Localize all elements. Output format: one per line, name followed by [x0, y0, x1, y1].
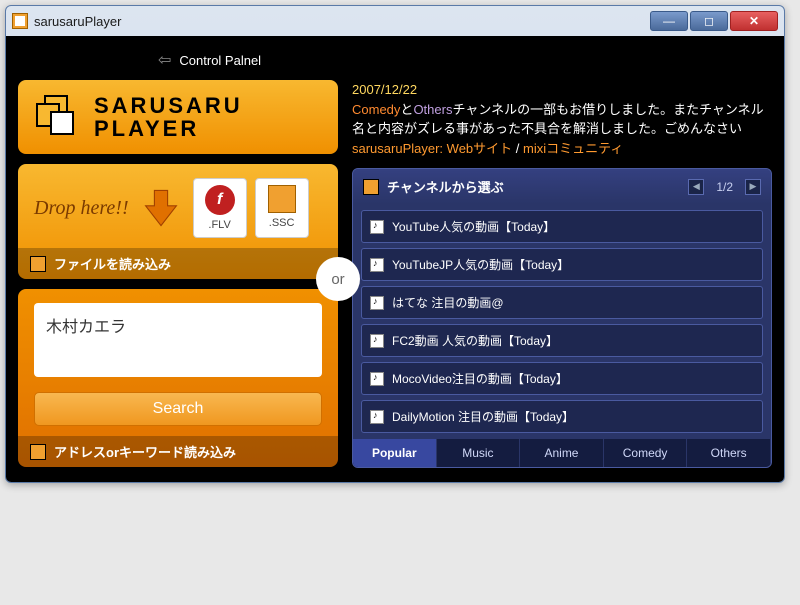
music-note-icon	[370, 410, 384, 424]
page-next-button[interactable]: ▶	[745, 179, 761, 195]
channel-item[interactable]: FC2動画 人気の動画【Today】	[361, 324, 763, 357]
ssc-file-icon: .SSC	[255, 178, 309, 238]
maximize-button[interactable]: ◻	[690, 11, 728, 31]
music-note-icon	[370, 372, 384, 386]
channel-label: YouTubeJP人気の動画【Today】	[392, 256, 569, 273]
ssc-icon	[268, 185, 296, 213]
music-note-icon	[370, 220, 384, 234]
news-mid: と	[400, 102, 413, 117]
news-link-mixi[interactable]: mixiコミュニティ	[523, 141, 623, 156]
close-button[interactable]: ✕	[730, 11, 778, 31]
app-window: sarusaruPlayer — ◻ ✕ ⇦ Control Palnel SA…	[5, 5, 785, 483]
channel-label: はてな 注目の動画@	[392, 294, 504, 311]
music-note-icon	[370, 296, 384, 310]
news-links: sarusaruPlayer: Webサイト / mixiコミュニティ	[352, 139, 772, 159]
ssc-ext: .SSC	[260, 217, 304, 229]
channel-label: YouTube人気の動画【Today】	[392, 218, 555, 235]
channel-header-icon	[363, 179, 379, 195]
category-tabs: Popular Music Anime Comedy Others	[353, 439, 771, 467]
channel-item[interactable]: はてな 注目の動画@	[361, 286, 763, 319]
arrow-down-icon	[139, 186, 183, 230]
channel-label: MocoVideo注目の動画【Today】	[392, 370, 568, 387]
or-badge: or	[316, 257, 360, 301]
search-input[interactable]	[34, 303, 322, 377]
channel-header: チャンネルから選ぶ ◀ 1/2 ▶	[353, 169, 771, 204]
content-area: ⇦ Control Palnel SARUSARU PLAYER Drop he…	[6, 36, 784, 482]
flv-ext: .FLV	[198, 219, 242, 231]
channel-item[interactable]: YouTubeJP人気の動画【Today】	[361, 248, 763, 281]
news-link-prefix: sarusaruPlayer:	[352, 141, 443, 156]
flv-file-icon: f .FLV	[193, 178, 247, 238]
drop-here-label: Drop here!!	[34, 199, 129, 217]
file-load-text: ファイルを読み込み	[54, 254, 171, 273]
news-hl-comedy: Comedy	[352, 102, 400, 117]
search-button[interactable]: Search	[34, 392, 322, 426]
section-icon	[30, 256, 46, 272]
left-column: SARUSARU PLAYER Drop here!! f .FLV	[18, 80, 338, 468]
tab-popular[interactable]: Popular	[353, 439, 437, 467]
tab-anime[interactable]: Anime	[520, 439, 604, 467]
search-section-label: アドレスorキーワード読み込み	[18, 436, 338, 467]
channel-item[interactable]: YouTube人気の動画【Today】	[361, 210, 763, 243]
control-panel-label: Control Palnel	[179, 53, 261, 68]
news-link-website[interactable]: Webサイト	[447, 141, 513, 156]
logo-line2: PLAYER	[94, 117, 243, 140]
page-prev-button[interactable]: ◀	[688, 179, 704, 195]
channel-header-title: チャンネルから選ぶ	[387, 177, 680, 196]
control-panel-link[interactable]: ⇦ Control Palnel	[18, 44, 772, 80]
main-layout: SARUSARU PLAYER Drop here!! f .FLV	[18, 80, 772, 468]
tab-others[interactable]: Others	[687, 439, 771, 467]
window-buttons: — ◻ ✕	[650, 11, 778, 31]
logo-icon	[36, 95, 80, 139]
app-icon	[12, 13, 28, 29]
right-column: 2007/12/22 ComedyとOthersチャンネルの一部もお借りしました…	[352, 80, 772, 468]
titlebar[interactable]: sarusaruPlayer — ◻ ✕	[6, 6, 784, 36]
search-section-text: アドレスorキーワード読み込み	[54, 442, 236, 461]
news-hl-others: Others	[413, 102, 452, 117]
file-load-section-label: ファイルを読み込み	[18, 248, 338, 279]
drop-top: Drop here!! f .FLV .SSC	[34, 178, 322, 238]
channel-item[interactable]: MocoVideo注目の動画【Today】	[361, 362, 763, 395]
channel-item[interactable]: DailyMotion 注目の動画【Today】	[361, 400, 763, 433]
news-date: 2007/12/22	[352, 80, 772, 100]
news-body: ComedyとOthersチャンネルの一部もお借りしました。またチャンネル名と内…	[352, 100, 772, 139]
news-block: 2007/12/22 ComedyとOthersチャンネルの一部もお借りしました…	[352, 80, 772, 158]
tab-music[interactable]: Music	[437, 439, 521, 467]
drop-box[interactable]: Drop here!! f .FLV .SSC	[18, 164, 338, 279]
flash-icon: f	[205, 185, 235, 215]
section-icon	[30, 444, 46, 460]
music-note-icon	[370, 334, 384, 348]
window-title: sarusaruPlayer	[34, 14, 650, 29]
search-box: Search アドレスorキーワード読み込み	[18, 289, 338, 467]
back-arrow-icon: ⇦	[158, 50, 171, 70]
tab-comedy[interactable]: Comedy	[604, 439, 688, 467]
logo-box: SARUSARU PLAYER	[18, 80, 338, 154]
logo-text: SARUSARU PLAYER	[94, 94, 243, 140]
channel-label: FC2動画 人気の動画【Today】	[392, 332, 558, 349]
channel-list: YouTube人気の動画【Today】 YouTubeJP人気の動画【Today…	[353, 204, 771, 439]
channel-label: DailyMotion 注目の動画【Today】	[392, 408, 574, 425]
logo-line1: SARUSARU	[94, 94, 243, 117]
channel-panel: チャンネルから選ぶ ◀ 1/2 ▶ YouTube人気の動画【Today】 Yo…	[352, 168, 772, 468]
page-indicator: 1/2	[716, 180, 733, 194]
minimize-button[interactable]: —	[650, 11, 688, 31]
news-link-sep: /	[512, 141, 523, 156]
file-type-icons: f .FLV .SSC	[193, 178, 309, 238]
music-note-icon	[370, 258, 384, 272]
